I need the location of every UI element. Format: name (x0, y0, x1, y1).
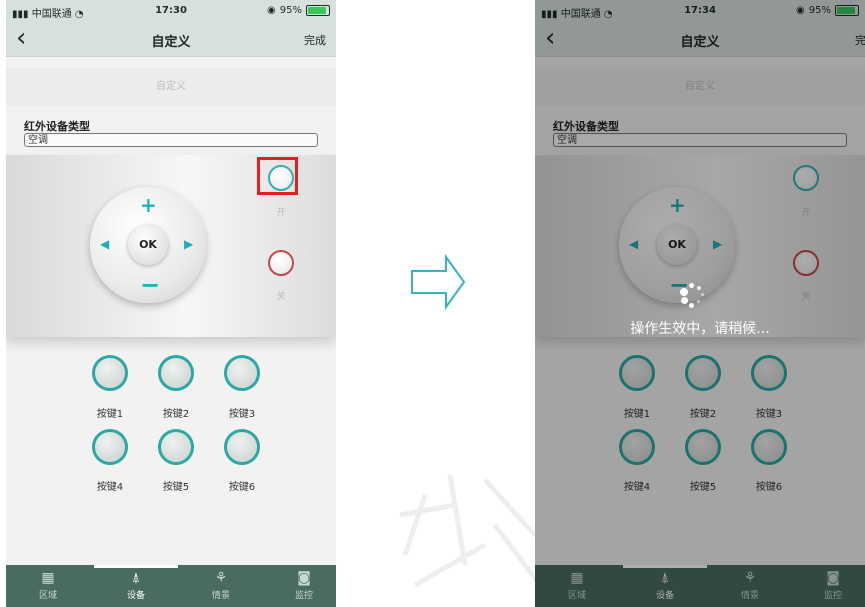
camera-icon: ◙ (297, 570, 311, 586)
battery-percent: 95% (279, 5, 302, 16)
highlight-box (257, 157, 298, 195)
power-on-label: 开 (276, 208, 286, 218)
key-4-label: 按键4 (96, 482, 124, 493)
power-off-label: 关 (276, 292, 286, 302)
direction-pad: + ◀ OK ▶ − (90, 187, 206, 303)
tab-bar: ▦ 区域 ⍋ 设备 ⚘ 情景 ◙ 监控 (6, 565, 336, 607)
battery-icon (306, 5, 330, 16)
tab-devices[interactable]: ⍋ 设备 (106, 568, 166, 601)
antenna-icon: ⍋ (131, 570, 141, 586)
key-3-button[interactable] (224, 355, 260, 391)
tab-scenes[interactable]: ⚘ 情景 (191, 568, 251, 601)
alarm-icon: ◉ (267, 5, 276, 16)
power-off-button[interactable] (268, 250, 294, 276)
loading-text: 操作生效中，请稍候... (630, 321, 770, 337)
key-6-label: 按键6 (228, 482, 256, 493)
key-4-button[interactable] (92, 429, 128, 465)
volume-down-button[interactable]: − (140, 273, 160, 297)
spinner-icon (680, 283, 708, 311)
phone-screen-right: ▮▮▮ 中国联通 ◔ 17:34 ◉ 95% ‹ 自定义 完成 自定义 红外设备… (535, 0, 865, 607)
ok-button[interactable]: OK (128, 225, 168, 265)
volume-up-button[interactable]: + (140, 195, 157, 215)
banner: 自定义 (6, 68, 336, 106)
done-button[interactable]: 完成 (304, 32, 326, 48)
phone-screen-left: ▮▮▮ 中国联通 ◔ 17:30 ◉ 95% ‹ 自定义 完成 自定义 红外设备… (6, 0, 336, 607)
right-arrow-outline-icon (411, 254, 466, 310)
page-title: 自定义 (151, 35, 191, 50)
device-type-field[interactable]: 空调 (24, 133, 318, 147)
key-1-label: 按键1 (96, 409, 124, 420)
grid-icon: ▦ (41, 570, 55, 586)
key-3-label: 按键3 (228, 409, 256, 420)
key-5-label: 按键5 (162, 482, 190, 493)
scene-icon: ⚘ (214, 570, 228, 586)
status-right: ◉ 95% (267, 5, 330, 16)
status-bar: ▮▮▮ 中国联通 ◔ 17:30 ◉ 95% (6, 0, 336, 22)
right-arrow-button[interactable]: ▶ (184, 237, 193, 251)
tab-area[interactable]: ▦ 区域 (18, 568, 78, 601)
key-6-button[interactable] (224, 429, 260, 465)
nav-bar: ‹ 自定义 完成 (6, 22, 336, 57)
device-type-label: 红外设备类型 (24, 120, 90, 133)
key-2-button[interactable] (158, 355, 194, 391)
key-2-label: 按键2 (162, 409, 190, 420)
key-1-button[interactable] (92, 355, 128, 391)
tab-monitor[interactable]: ◙ 监控 (274, 568, 334, 601)
left-arrow-button[interactable]: ◀ (100, 237, 109, 251)
key-5-button[interactable] (158, 429, 194, 465)
